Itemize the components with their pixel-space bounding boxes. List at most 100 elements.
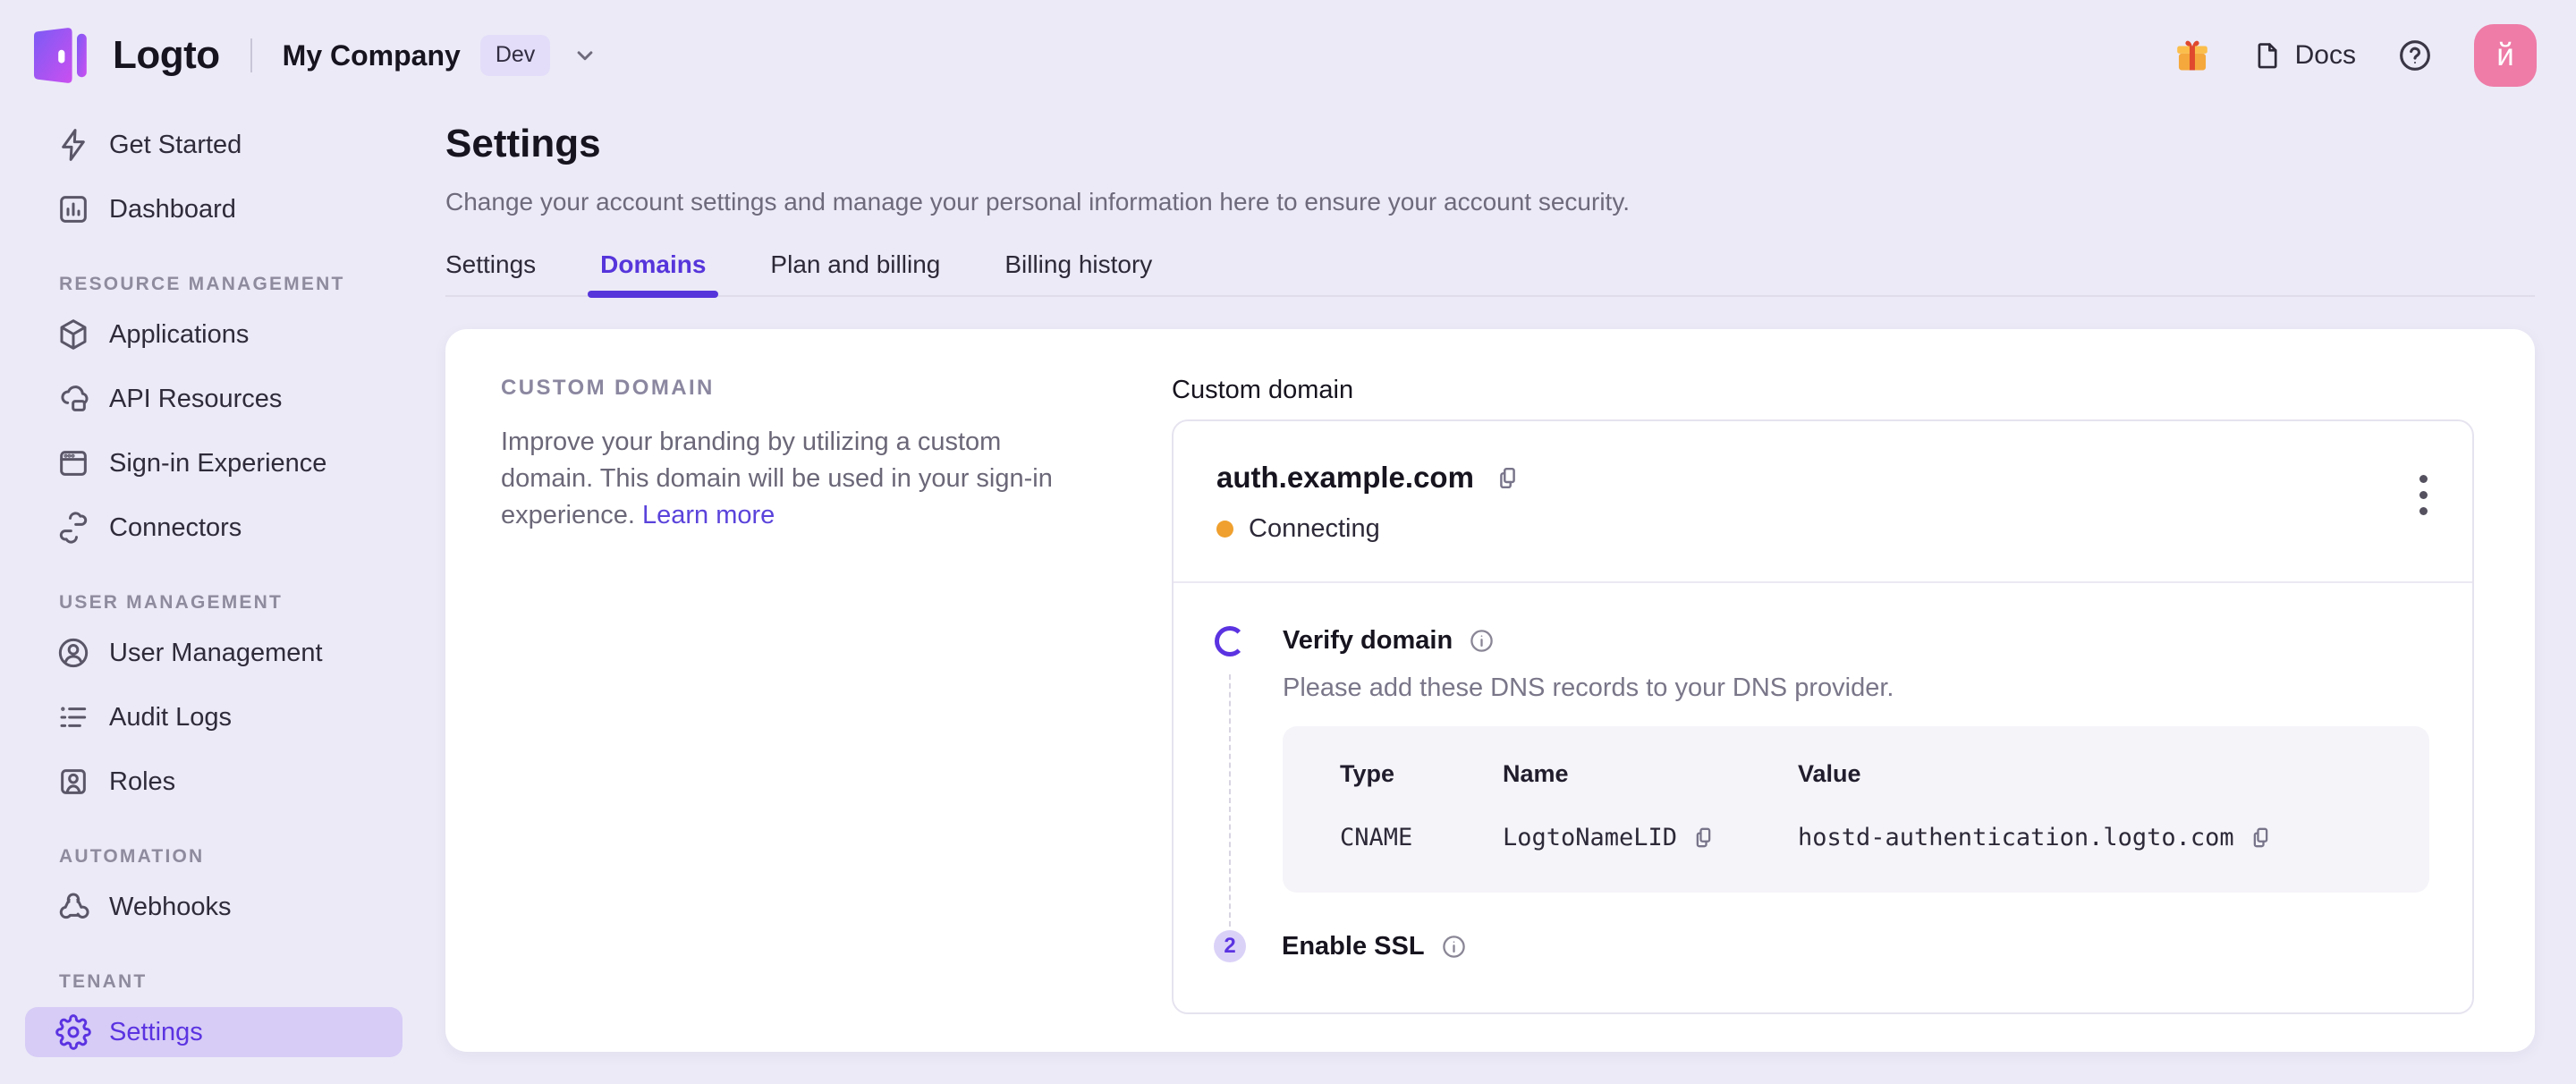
tenant-switcher-chevron-down-icon[interactable] <box>572 42 598 69</box>
sidebar-item-label: Get Started <box>109 131 242 160</box>
dns-col-header-type: Type <box>1340 760 1503 788</box>
dns-record-value-value: hostd-authentication.logto.com <box>1798 824 2234 851</box>
sidebar-item-roles[interactable]: Roles <box>25 757 402 807</box>
cube-icon <box>55 317 91 352</box>
zap-icon <box>55 127 91 163</box>
gift-icon[interactable] <box>2174 37 2211 74</box>
sidebar-item-user-management[interactable]: User Management <box>25 628 402 678</box>
step-verify-domain: Verify domain Please add these DNS recor… <box>1215 626 2429 893</box>
dns-record-type: CNAME <box>1340 824 1503 851</box>
tab-plan-and-billing[interactable]: Plan and billing <box>770 250 940 295</box>
cloud-box-icon <box>55 381 91 417</box>
dns-records-table: Type Name Value CNAME LogtoNameLID <box>1283 726 2429 893</box>
gear-icon <box>55 1014 91 1050</box>
step1-title: Verify domain <box>1283 626 1453 656</box>
user-badge-icon <box>55 764 91 800</box>
learn-more-link[interactable]: Learn more <box>642 501 775 529</box>
webhook-icon <box>55 889 91 925</box>
dns-record-value: hostd-authentication.logto.com <box>1798 824 2394 851</box>
logto-brand[interactable]: Logto <box>27 26 220 85</box>
sidebar-item-applications[interactable]: Applications <box>25 309 402 360</box>
topbar-actions: Docs й <box>2174 24 2537 87</box>
sidebar-item-get-started[interactable]: Get Started <box>25 120 402 170</box>
dns-record-name-value: LogtoNameLID <box>1503 824 1677 851</box>
sidebar-item-audit-logs[interactable]: Audit Logs <box>25 692 402 742</box>
custom-domain-intro: CUSTOM DOMAIN Improve your branding by u… <box>501 376 1091 1052</box>
bar-chart-icon <box>55 191 91 227</box>
section-label: CUSTOM DOMAIN <box>501 376 1091 401</box>
section-description: Improve your branding by utilizing a cus… <box>501 424 1091 534</box>
sidebar-item-settings[interactable]: Settings <box>25 1007 402 1057</box>
sidebar-section-tenant: TENANT <box>59 971 402 993</box>
sidebar-item-label: Sign-in Experience <box>109 449 326 478</box>
step2-number-badge: 2 <box>1214 930 1246 962</box>
tab-settings[interactable]: Settings <box>445 250 536 295</box>
sidebar-item-label: Applications <box>109 320 249 350</box>
app-window: { "topbar": { "brand": "Logto", "tenant"… <box>0 0 2576 1084</box>
page-description: Change your account settings and manage … <box>445 188 2535 216</box>
sidebar-item-dashboard[interactable]: Dashboard <box>25 184 402 234</box>
domains-panel: CUSTOM DOMAIN Improve your branding by u… <box>445 329 2535 1052</box>
logto-logo-icon <box>27 26 97 85</box>
custom-domain-field-label: Custom domain <box>1172 376 2474 405</box>
connectors-icon <box>55 510 91 546</box>
topbar-separator <box>250 38 252 72</box>
step-enable-ssl: 2 Enable SSL <box>1215 930 2429 962</box>
sidebar-section-resource-management: RESOURCE MANAGEMENT <box>59 274 402 295</box>
sidebar-section-user-management: USER MANAGEMENT <box>59 592 402 614</box>
copy-dns-name-icon[interactable] <box>1690 825 1716 851</box>
status-text: Connecting <box>1249 514 1380 544</box>
tenant-name: My Company <box>283 39 461 72</box>
main-content: Settings Change your account settings an… <box>445 111 2576 1084</box>
avatar-initial: й <box>2496 38 2514 73</box>
docs-button[interactable]: Docs <box>2252 40 2356 71</box>
sidebar-item-label: Dashboard <box>109 195 236 224</box>
browser-window-icon <box>55 445 91 481</box>
user-avatar[interactable]: й <box>2474 24 2537 87</box>
copy-dns-value-icon[interactable] <box>2248 825 2274 851</box>
sidebar-item-label: Settings <box>109 1018 203 1047</box>
domain-name: auth.example.com <box>1216 461 1474 495</box>
domain-more-actions-kebab-icon[interactable] <box>2414 470 2433 521</box>
custom-domain-settings: Custom domain auth.example.com Connectin… <box>1172 376 2474 1052</box>
dns-record-name: LogtoNameLID <box>1503 824 1798 851</box>
dns-record-type-value: CNAME <box>1340 824 1412 851</box>
sidebar-item-api-resources[interactable]: API Resources <box>25 374 402 424</box>
tab-domains[interactable]: Domains <box>600 250 706 295</box>
status-dot-connecting <box>1216 521 1233 538</box>
sidebar-item-connectors[interactable]: Connectors <box>25 503 402 553</box>
help-icon[interactable] <box>2397 38 2433 73</box>
info-icon[interactable] <box>1441 934 1467 960</box>
step2-title: Enable SSL <box>1282 932 1425 961</box>
sidebar-item-label: Connectors <box>109 513 242 543</box>
topbar: Logto My Company Dev Docs <box>0 0 2576 111</box>
sidebar: Get Started Dashboard RESOURCE MANAGEMEN… <box>0 111 445 1084</box>
copy-domain-icon[interactable] <box>1494 464 1521 492</box>
sidebar-section-automation: AUTOMATION <box>59 846 402 868</box>
section-description-text: Improve your branding by utilizing a cus… <box>501 428 1053 529</box>
sidebar-item-label: API Resources <box>109 385 282 414</box>
tab-billing-history[interactable]: Billing history <box>1004 250 1152 295</box>
loading-spinner-icon <box>1215 626 1245 656</box>
sidebar-item-sign-in-experience[interactable]: Sign-in Experience <box>25 438 402 488</box>
list-icon <box>55 699 91 735</box>
document-icon <box>2252 40 2283 71</box>
dns-col-header-name: Name <box>1503 760 1798 788</box>
tab-bar: Settings Domains Plan and billing Billin… <box>445 250 2535 297</box>
step1-rail <box>1215 626 1245 893</box>
verification-steps: Verify domain Please add these DNS recor… <box>1215 626 2429 962</box>
sidebar-item-label: User Management <box>109 639 323 668</box>
user-circle-icon <box>55 635 91 671</box>
info-icon[interactable] <box>1469 628 1495 654</box>
sidebar-item-label: Webhooks <box>109 893 232 922</box>
sidebar-item-label: Audit Logs <box>109 703 232 733</box>
sidebar-item-webhooks[interactable]: Webhooks <box>25 882 402 932</box>
sidebar-item-label: Roles <box>109 767 175 797</box>
domain-card: auth.example.com Connecting <box>1172 419 2474 1014</box>
dns-instructions: Please add these DNS records to your DNS… <box>1283 673 2429 703</box>
dns-col-header-value: Value <box>1798 760 2394 788</box>
env-badge: Dev <box>480 35 550 76</box>
domain-card-body: Verify domain Please add these DNS recor… <box>1174 583 2472 1012</box>
brand-name: Logto <box>113 33 220 78</box>
domain-card-header: auth.example.com Connecting <box>1174 421 2472 581</box>
